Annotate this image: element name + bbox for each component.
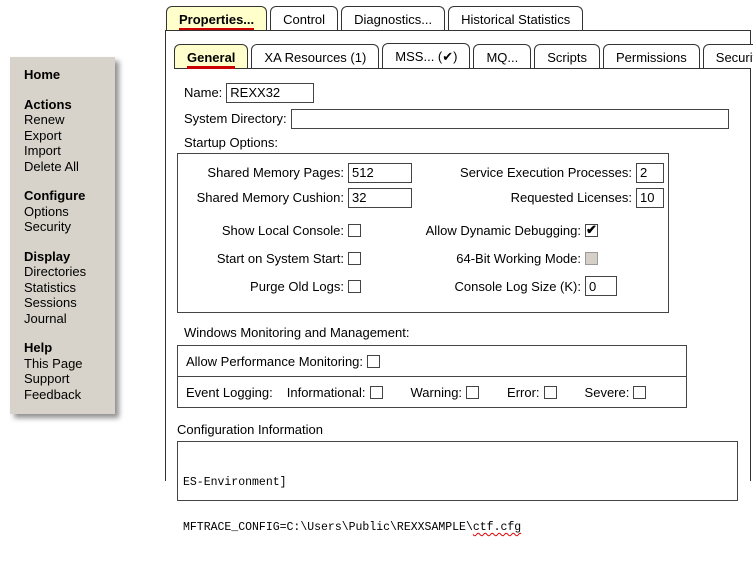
tab-security-label: Security: [716, 50, 753, 65]
name-label: Name:: [184, 85, 222, 100]
shared-memory-cushion-input[interactable]: [348, 188, 412, 208]
sidebar-item-directories[interactable]: Directories: [24, 264, 111, 280]
service-execution-processes-input[interactable]: [636, 163, 664, 183]
sidebar-item-options[interactable]: Options: [24, 204, 111, 220]
sidebar-item-import[interactable]: Import: [24, 143, 111, 159]
shared-memory-pages-label: Shared Memory Pages:: [186, 165, 344, 180]
tab-mq[interactable]: MQ...: [473, 44, 531, 68]
secondary-tab-bar: General XA Resources (1) MSS... (✔) MQ..…: [174, 42, 750, 69]
event-error-checkbox[interactable]: [544, 386, 557, 399]
tab-mq-label: MQ...: [486, 50, 518, 65]
sidebar-item-sessions[interactable]: Sessions: [24, 295, 111, 311]
monitoring-title: Windows Monitoring and Management:: [184, 325, 750, 341]
sidebar-menu: Home Actions Renew Export Import Delete …: [10, 57, 115, 414]
tab-properties-label: Properties...: [179, 12, 254, 31]
console-log-size-input[interactable]: [585, 276, 617, 296]
sidebar-item-feedback[interactable]: Feedback: [24, 387, 111, 403]
sidebar-item-security[interactable]: Security: [24, 219, 111, 235]
tab-control[interactable]: Control: [270, 6, 338, 30]
tab-diagnostics[interactable]: Diagnostics...: [341, 6, 445, 30]
primary-tab-bar: Properties... Control Diagnostics... His…: [166, 3, 586, 30]
tab-general-label: General: [187, 50, 235, 69]
allow-performance-monitoring-label: Allow Performance Monitoring:: [186, 354, 363, 369]
event-informational-label: Informational:: [287, 385, 366, 400]
tab-scripts-label: Scripts: [547, 50, 587, 65]
allow-dynamic-debugging-checkbox[interactable]: [585, 224, 598, 237]
sidebar-item-export[interactable]: Export: [24, 128, 111, 144]
service-execution-processes-label: Service Execution Processes:: [412, 165, 632, 180]
startup-options-group: Shared Memory Pages: Service Execution P…: [177, 153, 669, 313]
sidebar-item-statistics[interactable]: Statistics: [24, 280, 111, 296]
content-pane: General XA Resources (1) MSS... (✔) MQ..…: [165, 30, 751, 481]
configuration-spellcheck-flagged-text: ctf.cfg: [473, 521, 521, 534]
requested-licenses-label: Requested Licenses:: [412, 190, 632, 205]
allow-performance-monitoring-checkbox[interactable]: [367, 355, 380, 368]
event-severe-checkbox[interactable]: [633, 386, 646, 399]
tab-permissions-label: Permissions: [616, 50, 687, 65]
sidebar-item-home[interactable]: Home: [24, 67, 111, 83]
sidebar-section-configure: Configure: [24, 188, 111, 204]
sidebar-section-actions: Actions: [24, 97, 111, 113]
sidebar-section-display: Display: [24, 249, 111, 265]
tab-permissions[interactable]: Permissions: [603, 44, 700, 68]
tab-scripts[interactable]: Scripts: [534, 44, 600, 68]
event-error-label: Error:: [507, 385, 540, 400]
event-warning-checkbox[interactable]: [466, 386, 479, 399]
purge-old-logs-checkbox[interactable]: [348, 280, 361, 293]
shared-memory-pages-input[interactable]: [348, 163, 412, 183]
event-warning-label: Warning:: [411, 385, 463, 400]
event-logging-label: Event Logging:: [186, 385, 273, 400]
shared-memory-cushion-label: Shared Memory Cushion:: [186, 190, 344, 205]
working-mode-64bit-checkbox: [585, 252, 598, 265]
tab-diagnostics-label: Diagnostics...: [354, 12, 432, 27]
sidebar-item-renew[interactable]: Renew: [24, 112, 111, 128]
tab-security[interactable]: Security: [703, 44, 753, 68]
configuration-line-2-text: MFTRACE_CONFIG=C:\Users\Public\REXXSAMPL…: [183, 521, 473, 534]
system-directory-label: System Directory:: [184, 111, 287, 126]
allow-dynamic-debugging-label: Allow Dynamic Debugging:: [361, 223, 581, 238]
event-severe-label: Severe:: [585, 385, 630, 400]
show-local-console-checkbox[interactable]: [348, 224, 361, 237]
general-form: Name: System Directory: Startup Options:…: [166, 70, 750, 481]
tab-properties[interactable]: Properties...: [166, 6, 267, 30]
sidebar-item-journal[interactable]: Journal: [24, 311, 111, 327]
configuration-line-2: MFTRACE_CONFIG=C:\Users\Public\REXXSAMPL…: [183, 520, 732, 535]
system-directory-input[interactable]: [291, 109, 729, 129]
show-local-console-label: Show Local Console:: [186, 223, 344, 238]
tab-general[interactable]: General: [174, 44, 248, 68]
configuration-information-label: Configuration Information: [177, 422, 750, 437]
startup-options-title: Startup Options:: [184, 135, 750, 151]
start-on-system-start-label: Start on System Start:: [186, 251, 344, 266]
purge-old-logs-label: Purge Old Logs:: [186, 279, 344, 294]
sidebar-item-support[interactable]: Support: [24, 371, 111, 387]
sidebar-section-help: Help: [24, 340, 111, 356]
sidebar-item-this-page[interactable]: This Page: [24, 356, 111, 372]
name-input[interactable]: [226, 83, 314, 103]
sidebar-item-delete-all[interactable]: Delete All: [24, 159, 111, 175]
working-mode-64bit-label: 64-Bit Working Mode:: [361, 251, 581, 266]
configuration-editor[interactable]: ES-Environment] MFTRACE_CONFIG=C:\Users\…: [177, 441, 738, 501]
monitoring-group: Allow Performance Monitoring: Event Logg…: [177, 345, 687, 408]
console-log-size-label: Console Log Size (K):: [361, 279, 581, 294]
tab-historical-statistics[interactable]: Historical Statistics: [448, 6, 583, 30]
tab-control-label: Control: [283, 12, 325, 27]
tab-mss-label: MSS... (✔): [395, 49, 457, 64]
configuration-line-1: ES-Environment]: [183, 475, 732, 490]
start-on-system-start-checkbox[interactable]: [348, 252, 361, 265]
event-informational-checkbox[interactable]: [370, 386, 383, 399]
configuration-line-1-text: ES-Environment]: [183, 476, 287, 489]
requested-licenses-input[interactable]: [636, 188, 664, 208]
tab-historical-statistics-label: Historical Statistics: [461, 12, 570, 27]
tab-xa-resources[interactable]: XA Resources (1): [251, 44, 379, 68]
tab-xa-resources-label: XA Resources (1): [264, 50, 366, 65]
tab-mss[interactable]: MSS... (✔): [382, 43, 470, 68]
